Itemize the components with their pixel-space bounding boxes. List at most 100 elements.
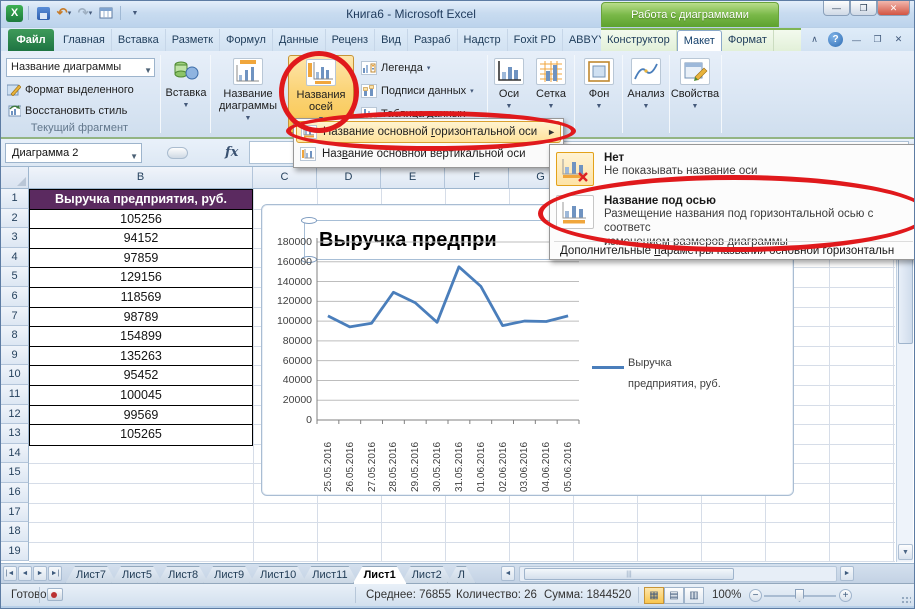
- format-selection-button[interactable]: Формат выделенного: [4, 81, 137, 98]
- row-header[interactable]: 16: [1, 483, 29, 503]
- row-header[interactable]: 2: [1, 209, 29, 229]
- column-header[interactable]: C: [253, 167, 317, 189]
- touch-mode-button[interactable]: [97, 4, 115, 22]
- ribbon-tab[interactable]: Вставка: [112, 29, 166, 51]
- resize-grip[interactable]: [901, 596, 911, 605]
- table-cell[interactable]: 129156: [30, 268, 252, 288]
- minimize-button[interactable]: —: [823, 1, 850, 16]
- row-header[interactable]: 18: [1, 522, 29, 542]
- ribbon-tab-contextual[interactable]: Макет: [677, 30, 722, 51]
- last-sheet-icon[interactable]: ►|: [48, 566, 62, 581]
- ribbon-tab[interactable]: Разметк: [166, 29, 220, 51]
- view-normal-button[interactable]: ▦: [644, 587, 664, 604]
- row-header[interactable]: 9: [1, 346, 29, 366]
- ribbon-tab[interactable]: Реценз: [326, 29, 375, 51]
- table-cell[interactable]: 105256: [30, 210, 252, 230]
- background-button[interactable]: Фон ▼: [578, 55, 620, 113]
- table-cell[interactable]: 95452: [30, 366, 252, 386]
- maximize-button[interactable]: ❐: [850, 1, 877, 16]
- row-header[interactable]: 1: [1, 189, 29, 209]
- undo-button[interactable]: ↶▾: [55, 4, 73, 22]
- analysis-button[interactable]: Анализ ▼: [625, 55, 667, 113]
- save-button[interactable]: [34, 4, 52, 22]
- legend-label[interactable]: Выручка предприятия, руб.: [628, 353, 740, 395]
- row-header[interactable]: 12: [1, 405, 29, 425]
- table-cell[interactable]: 97859: [30, 249, 252, 269]
- select-all-corner[interactable]: [1, 167, 29, 189]
- ribbon-tab[interactable]: Разраб: [408, 29, 458, 51]
- name-box-splitter[interactable]: [167, 147, 188, 159]
- help-icon[interactable]: ?: [828, 32, 843, 47]
- name-box[interactable]: Диаграмма 2 ▼: [5, 143, 142, 163]
- row-header[interactable]: 14: [1, 444, 29, 464]
- legend-button[interactable]: Легенда ▾: [358, 59, 433, 77]
- excel-app-icon[interactable]: X: [6, 5, 23, 22]
- table-cell[interactable]: 99569: [30, 406, 252, 426]
- chart-line-series[interactable]: [328, 267, 568, 327]
- ribbon-tab[interactable]: Надстр: [458, 29, 508, 51]
- sheet-tab[interactable]: Лист9: [203, 566, 255, 584]
- sheet-tab[interactable]: Лист1: [353, 566, 407, 584]
- reset-style-button[interactable]: Восстановить стиль: [4, 102, 130, 119]
- chart-title-button[interactable]: Название диаграммы ▼: [214, 55, 282, 125]
- row-header[interactable]: 7: [1, 307, 29, 327]
- row-header[interactable]: 5: [1, 267, 29, 287]
- customize-qat-button[interactable]: ▼: [126, 4, 144, 22]
- row-header[interactable]: 13: [1, 424, 29, 444]
- row-header[interactable]: 4: [1, 248, 29, 268]
- row-header[interactable]: 17: [1, 503, 29, 523]
- horizontal-scroll-thumb[interactable]: [524, 568, 734, 580]
- zoom-in-button[interactable]: +: [839, 589, 852, 602]
- table-cell[interactable]: 105265: [30, 425, 252, 445]
- column-header[interactable]: F: [445, 167, 509, 189]
- zoom-slider-thumb[interactable]: [795, 589, 804, 602]
- tab-file[interactable]: Файл: [8, 29, 54, 51]
- ribbon-tab[interactable]: Главная: [57, 29, 112, 51]
- row-header[interactable]: 3: [1, 228, 29, 248]
- insert-function-button[interactable]: fx: [225, 145, 238, 160]
- workbook-close-icon[interactable]: ✕: [891, 32, 906, 47]
- ribbon-tab-contextual[interactable]: Формат: [722, 30, 774, 51]
- sheet-tab[interactable]: Лист10: [249, 566, 307, 584]
- ribbon-tab[interactable]: Foxit PD: [508, 29, 563, 51]
- hscroll-right-icon[interactable]: ►: [840, 566, 854, 581]
- macro-record-icon[interactable]: [47, 588, 63, 601]
- sheet-tab[interactable]: Лист11: [301, 566, 358, 584]
- table-cell[interactable]: 135263: [30, 347, 252, 367]
- row-header[interactable]: 11: [1, 385, 29, 405]
- table-header-cell[interactable]: Выручка предприятия, руб.: [30, 190, 252, 210]
- table-cell[interactable]: 98789: [30, 308, 252, 328]
- next-sheet-icon[interactable]: ►: [33, 566, 47, 581]
- view-page-break-button[interactable]: ▥: [684, 587, 704, 604]
- redo-button[interactable]: ↷▾: [76, 4, 94, 22]
- gridlines-button[interactable]: Сетка ▼: [530, 55, 572, 113]
- view-page-layout-button[interactable]: ▤: [664, 587, 684, 604]
- row-header[interactable]: 10: [1, 365, 29, 385]
- prev-sheet-icon[interactable]: ◄: [18, 566, 32, 581]
- sheet-tab[interactable]: Лист5: [111, 566, 163, 584]
- ribbon-tab-contextual[interactable]: Конструктор: [601, 30, 677, 51]
- hscroll-left-icon[interactable]: ◄: [501, 566, 515, 581]
- sheet-tab[interactable]: Лист8: [157, 566, 209, 584]
- ribbon-tab[interactable]: Данные: [273, 29, 326, 51]
- column-header[interactable]: E: [381, 167, 445, 189]
- sheet-tab[interactable]: Лист2: [401, 566, 453, 584]
- data-labels-button[interactable]: Подписи данных ▾: [358, 82, 477, 100]
- workbook-minimize-icon[interactable]: —: [849, 32, 864, 47]
- column-header[interactable]: B: [29, 167, 253, 189]
- workbook-restore-icon[interactable]: ❐: [870, 32, 885, 47]
- axes-button[interactable]: Оси ▼: [490, 55, 528, 113]
- insert-button[interactable]: Вставка ▼: [164, 55, 208, 112]
- sheet-tab[interactable]: Лист7: [65, 566, 117, 584]
- ribbon-tab[interactable]: Вид: [375, 29, 408, 51]
- row-header[interactable]: 8: [1, 326, 29, 346]
- scroll-down-icon[interactable]: ▼: [898, 544, 913, 560]
- first-sheet-icon[interactable]: |◄: [3, 566, 17, 581]
- ribbon-tab[interactable]: Формул: [220, 29, 273, 51]
- column-header[interactable]: D: [317, 167, 381, 189]
- horizontal-scrollbar[interactable]: [519, 566, 837, 582]
- row-header[interactable]: 6: [1, 287, 29, 307]
- table-cell[interactable]: 154899: [30, 327, 252, 347]
- collapse-ribbon-icon[interactable]: ∧: [807, 32, 822, 47]
- zoom-out-button[interactable]: −: [749, 589, 762, 602]
